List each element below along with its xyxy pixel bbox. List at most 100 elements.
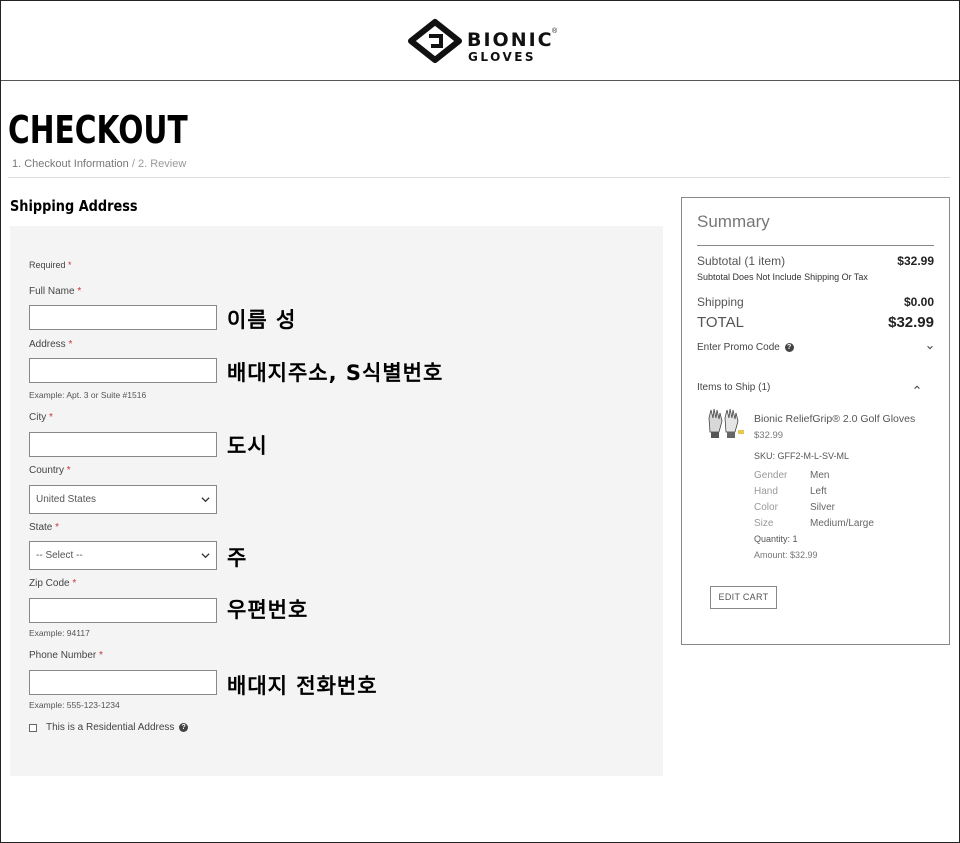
subtotal-row: Subtotal (1 item) $32.99 [697,254,934,268]
brand-name-line2: GLOVES [468,50,537,64]
required-star: * [68,260,72,270]
city-label: City * [29,412,53,423]
zip-label-text: Zip Code [29,578,70,589]
required-star: * [77,286,82,297]
promo-code-label: Enter Promo Code [697,342,780,353]
chevron-down-icon [927,345,933,350]
breadcrumb-separator: / [131,158,135,170]
product-attribute-color: Color Silver [754,502,904,513]
state-annotation: 주 [227,546,248,570]
country-select[interactable]: United States [29,485,217,514]
title-divider [8,177,950,178]
zip-input[interactable] [29,598,217,623]
address-annotation: 배대지주소, S식별번호 [227,361,444,385]
full-name-input[interactable] [29,305,217,330]
required-label: Required [29,260,66,270]
product-price: $32.99 [754,430,784,441]
subtotal-value: $32.99 [897,254,934,268]
address-input[interactable] [29,358,217,383]
shipping-address-heading: Shipping Address [10,197,138,215]
shipping-row: Shipping $0.00 [697,295,934,309]
chevron-down-icon [201,497,210,503]
product-attribute-gender: Gender Men [754,470,904,481]
chevron-up-icon [914,385,920,389]
items-to-ship-label: Items to Ship (1) [697,382,771,393]
required-star: * [66,465,71,476]
residential-address-label: This is a Residential Address ? [46,722,189,733]
state-selected-value: -- Select -- [36,550,83,561]
breadcrumb-step-review: 2. Review [137,158,187,170]
breadcrumb: 1. Checkout Information / 2. Review [12,158,186,170]
attribute-value: Silver [810,502,836,513]
total-row: TOTAL $32.99 [697,314,934,331]
required-star: * [68,339,73,350]
zip-annotation: 우편번호 [227,598,309,622]
subtotal-note: Subtotal Does Not Include Shipping Or Ta… [697,272,868,282]
address-hint: Example: Apt. 3 or Suite #1516 [29,390,147,400]
site-header: BIONIC ® GLOVES [1,1,959,81]
state-label: State * [29,522,59,533]
chevron-down-icon [201,553,210,559]
edit-cart-button[interactable]: EDIT CART [710,586,777,609]
attribute-name: Hand [754,486,778,497]
city-input[interactable] [29,432,217,457]
attribute-value: Medium/Large [810,518,874,529]
zip-label: Zip Code * [29,578,76,589]
brand-name-line1: BIONIC [467,29,554,51]
brand-reg-mark: ® [552,28,558,35]
question-circle-icon[interactable]: ? [179,722,189,732]
question-circle-icon[interactable]: ? [784,342,794,352]
required-note: Required * [29,260,72,270]
summary-divider [697,245,934,246]
attribute-value: Left [810,486,827,497]
breadcrumb-step-checkout-info[interactable]: 1. Checkout Information [12,158,129,170]
product-attribute-size: Size Medium/Large [754,518,904,529]
country-selected-value: United States [36,494,97,505]
residential-address-label-text: This is a Residential Address [46,722,175,733]
shipping-label: Shipping [697,295,744,309]
residential-address-checkbox[interactable] [29,724,37,732]
full-name-annotation: 이름 성 [227,308,297,332]
city-label-text: City [29,412,47,423]
phone-label: Phone Number * [29,650,103,661]
promo-code-toggle[interactable]: Enter Promo Code ? [697,342,934,353]
total-label: TOTAL [697,314,744,331]
items-to-ship-toggle[interactable]: Items to Ship (1) [697,382,921,393]
attribute-value: Men [810,470,830,481]
brand-logo[interactable]: BIONIC ® GLOVES [407,18,559,64]
address-label-text: Address [29,339,66,350]
product-attribute-hand: Hand Left [754,486,904,497]
state-select[interactable]: -- Select -- [29,541,217,570]
zip-hint: Example: 94117 [29,628,90,638]
attribute-name: Size [754,518,774,529]
required-star: * [99,650,103,661]
attribute-name: Color [754,502,778,513]
required-star: * [55,522,60,533]
shipping-value: $0.00 [903,295,934,309]
full-name-label: Full Name * [29,286,81,297]
city-annotation: 도시 [227,434,268,458]
total-value: $32.99 [888,314,934,331]
required-star: * [72,578,77,589]
full-name-label-text: Full Name [29,286,75,297]
attribute-name: Gender [754,470,788,481]
phone-input[interactable] [29,670,217,695]
product-thumbnail-gloves[interactable] [705,408,747,440]
product-quantity: Quantity: 1 [754,534,798,544]
product-amount: Amount: $32.99 [754,550,818,560]
required-star: * [49,412,53,423]
product-sku: SKU: GFF2-M-L-SV-ML [754,451,850,461]
phone-annotation: 배대지 전화번호 [227,674,378,698]
state-label-text: State [29,522,53,533]
phone-label-text: Phone Number [29,650,97,661]
product-name[interactable]: Bionic ReliefGrip® 2.0 Golf Gloves [754,413,915,425]
page-title: CHECKOUT [8,108,188,152]
bionic-diamond-logo-icon [408,19,462,63]
summary-title: Summary [697,212,770,231]
subtotal-label: Subtotal [697,254,742,268]
subtotal-item-count: (1 item) [744,254,786,268]
address-label: Address * [29,339,72,350]
country-label-text: Country [29,465,65,476]
phone-hint: Example: 555-123-1234 [29,700,120,710]
country-label: Country * [29,465,71,476]
